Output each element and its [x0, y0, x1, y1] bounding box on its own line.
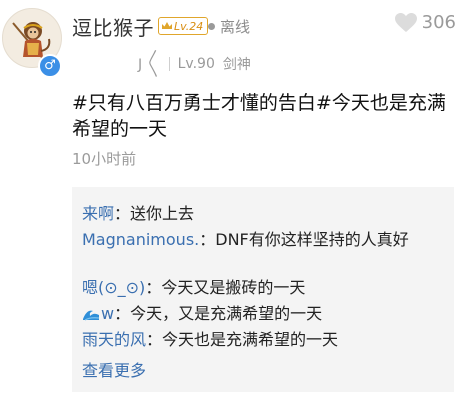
comment-user[interactable]: 来啊: [82, 204, 114, 223]
status-text: 离线: [220, 18, 251, 36]
game-class: 剑神: [222, 57, 251, 73]
comment-user[interactable]: 雨天的风: [82, 330, 146, 349]
comment-separator: ：: [145, 278, 162, 297]
user-subline: J 〳〵 Lv.90 剑神: [138, 54, 251, 74]
username[interactable]: 逗比猴子: [72, 12, 154, 41]
heart-icon: [394, 12, 417, 32]
male-icon: ♂: [38, 54, 62, 78]
comments-panel: 来啊：送你上去 Magnanimous.：DNF有你这样坚持的人真好 嗯(⊙_⊙…: [72, 187, 454, 392]
game-level: Lv.90: [177, 56, 215, 72]
see-more-link[interactable]: 查看更多: [82, 357, 146, 381]
vip-level-text: Lv.24: [174, 19, 204, 33]
comment-separator: ：: [114, 204, 131, 223]
wave-icon: [83, 310, 100, 321]
like-count: 306: [421, 12, 456, 33]
post-content: #只有八百万勇士才懂的告白#今天也是充满希望的一天: [72, 92, 446, 140]
comment-user[interactable]: w: [82, 304, 114, 323]
comment-text: 今天又是搬砖的一天: [161, 278, 306, 297]
comment-item[interactable]: Magnanimous.：DNF有你这样坚持的人真好: [82, 229, 442, 251]
comment-item[interactable]: 雨天的风：今天也是充满希望的一天: [82, 329, 442, 351]
comment-separator: ：: [114, 304, 131, 323]
comment-item[interactable]: w：今天，又是充满希望的一天: [82, 303, 442, 325]
comment-separator: ：: [199, 230, 216, 249]
offline-status-dot: [208, 23, 215, 30]
comment-text: 送你上去: [130, 204, 195, 223]
user-tag: J 〳〵: [138, 57, 161, 73]
comment-item[interactable]: 嗯(⊙_⊙)：今天又是搬砖的一天: [82, 277, 442, 299]
post-card: ♂ 逗比猴子 Lv.24 离线 306 J 〳〵 Lv.90 剑神 #只有八百万…: [0, 0, 464, 400]
crown-icon: [162, 22, 172, 29]
comment-user[interactable]: Magnanimous.: [82, 230, 199, 249]
post-time: 10小时前: [72, 150, 137, 168]
vip-level-badge: Lv.24: [158, 17, 209, 35]
like-button[interactable]: 306: [394, 12, 456, 33]
comment-text: 今天，又是充满希望的一天: [130, 304, 323, 323]
comment-text: 今天也是充满希望的一天: [162, 330, 339, 349]
comment-user-name: w: [101, 304, 115, 323]
comment-separator: ：: [146, 330, 163, 349]
comment-user[interactable]: 嗯(⊙_⊙): [82, 278, 145, 297]
comment-item[interactable]: 来啊：送你上去: [82, 203, 442, 225]
divider: [168, 57, 170, 71]
comment-text: DNF有你这样坚持的人真好: [215, 230, 409, 249]
